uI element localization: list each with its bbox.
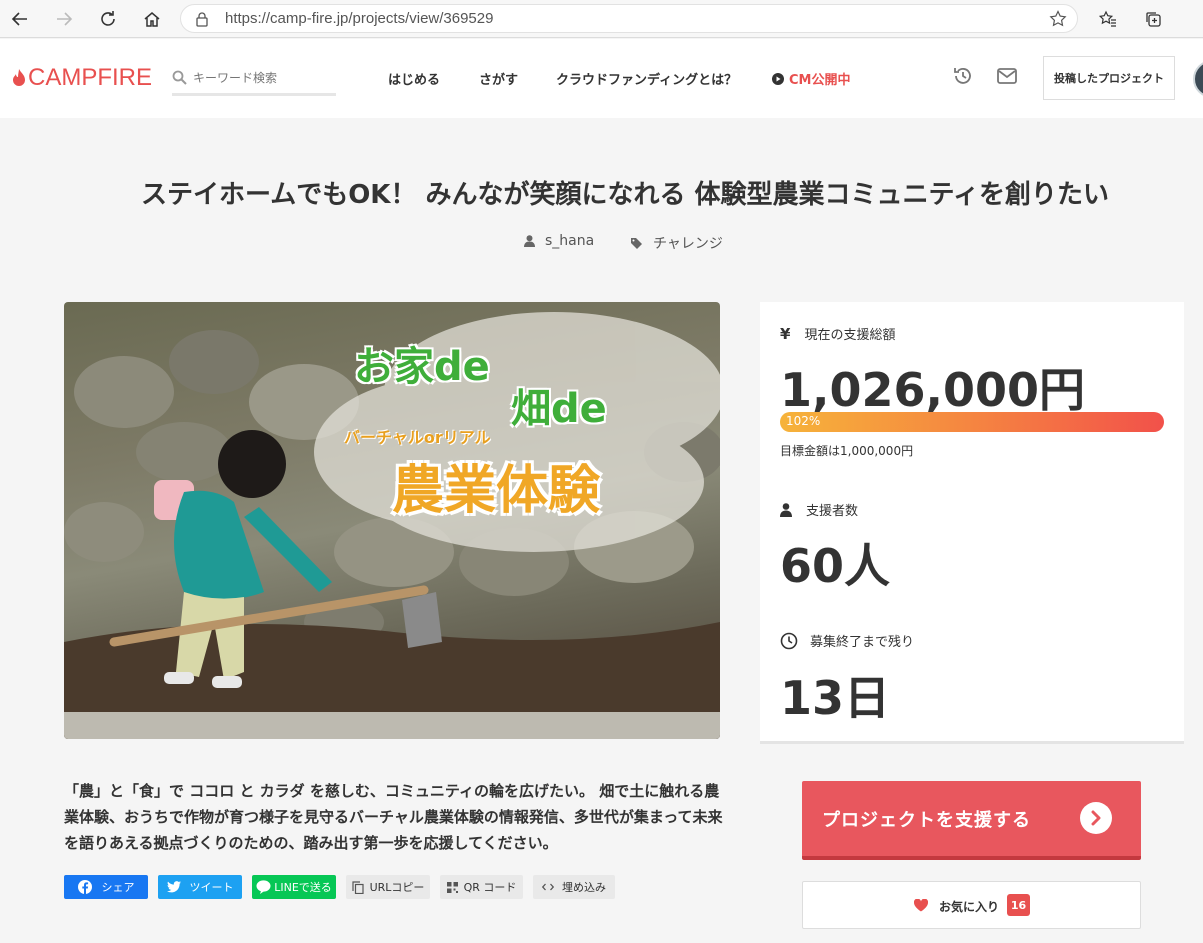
qr-code-label: QR コード	[463, 881, 517, 894]
favorite-count-badge: 16	[1007, 894, 1030, 916]
url-text: https://camp-fire.jp/projects/view/36952…	[225, 10, 494, 27]
forward-icon[interactable]	[48, 3, 80, 35]
flame-icon	[13, 69, 25, 86]
share-facebook-button[interactable]: シェア	[64, 875, 148, 899]
favorite-star-icon[interactable]	[1049, 10, 1067, 32]
author-link[interactable]: s_hana	[524, 233, 594, 249]
reload-icon[interactable]	[92, 3, 124, 35]
yen-icon: ¥	[780, 324, 791, 343]
nav-cm[interactable]: CM公開中	[772, 69, 850, 88]
support-project-button[interactable]: プロジェクトを支援する	[802, 781, 1141, 860]
line-icon	[256, 880, 271, 894]
campfire-logo[interactable]: CAMPFIRE	[12, 64, 152, 92]
backers-label: 支援者数	[806, 504, 859, 519]
heart-icon	[914, 899, 928, 912]
favorite-button[interactable]: お気に入り 16	[802, 881, 1141, 929]
category-name: チャレンジ	[653, 236, 723, 252]
favorites-icon[interactable]	[1092, 3, 1124, 35]
play-icon	[772, 72, 784, 85]
facebook-label: シェア	[101, 881, 135, 894]
address-bar[interactable]: https://camp-fire.jp/projects/view/36952…	[180, 4, 1078, 33]
curb	[64, 712, 720, 739]
hoe-blade	[402, 592, 442, 648]
embed-label: 埋め込み	[562, 881, 606, 894]
embed-button[interactable]: 埋め込み	[533, 875, 615, 899]
browser-toolbar: https://camp-fire.jp/projects/view/36952…	[0, 0, 1203, 38]
chevron-right-icon	[1080, 802, 1112, 834]
total-label-row: ¥ 現在の支援総額	[780, 324, 896, 344]
tag-icon	[631, 237, 642, 249]
favorite-label: お気に入り	[939, 900, 1000, 914]
project-hero-image[interactable]: お家de 畑de バーチャルorリアル 農業体験	[64, 302, 720, 739]
hero-caption-4: 農業体験	[392, 461, 601, 521]
backers-count: 60人	[780, 539, 891, 593]
facebook-icon	[77, 880, 92, 894]
mail-icon[interactable]	[996, 65, 1018, 91]
clock-icon	[780, 632, 798, 649]
qr-icon	[446, 881, 458, 893]
search-icon	[172, 70, 187, 85]
remaining-label-row: 募集終了まで残り	[780, 631, 914, 650]
nav-explore[interactable]: さがす	[479, 69, 518, 88]
url-copy-button[interactable]: URLコピー	[346, 875, 430, 899]
site-header: CAMPFIRE はじめる さがす クラウドファンディングとは？ CM公開中 投…	[0, 39, 1203, 118]
avatar[interactable]	[1193, 60, 1203, 98]
nav-start[interactable]: はじめる	[388, 69, 440, 88]
back-icon[interactable]	[4, 3, 36, 35]
project-title: ステイホームでもOK！ みんなが笑顔になれる 体験型農業コミュニティを創りたい	[140, 180, 1109, 210]
home-icon[interactable]	[136, 3, 168, 35]
remaining-label: 募集終了まで残り	[810, 635, 915, 650]
stats-panel: ¥ 現在の支援総額 1,026,000円 102% 目標金額は1,000,000…	[760, 302, 1184, 744]
hero-caption-2: 畑de	[511, 386, 607, 432]
category-link[interactable]: チャレンジ	[630, 233, 723, 253]
progress-bar: 102%	[780, 412, 1164, 432]
twitter-label: ツイート	[189, 881, 234, 894]
collections-icon[interactable]	[1137, 3, 1169, 35]
keyword-search[interactable]	[172, 62, 336, 96]
remaining-days: 13日	[780, 671, 891, 725]
goal-amount: 目標金額は1,000,000円	[780, 444, 914, 458]
copy-icon	[351, 880, 364, 894]
nav-about[interactable]: クラウドファンディングとは？	[556, 69, 737, 88]
nav-cm-label: CM公開中	[789, 73, 851, 88]
line-label: LINEで送る	[274, 881, 332, 894]
backers-label-row: 支援者数	[780, 500, 858, 519]
project-description: 「農」と「食」で ココロ と カラダ を慈しむ、コミュニティの輪を広げたい。 畑…	[64, 782, 723, 852]
progress-percent: 102%	[786, 414, 821, 428]
search-input[interactable]	[193, 70, 323, 85]
twitter-icon	[166, 881, 181, 893]
hero-caption-1: お家de	[354, 344, 490, 390]
history-icon[interactable]	[952, 65, 974, 91]
user-icon	[524, 235, 535, 247]
url-copy-label: URLコピー	[369, 881, 425, 894]
support-label: プロジェクトを支援する	[822, 810, 1031, 831]
user-icon	[780, 502, 792, 517]
hero-caption-3: バーチャルorリアル	[344, 428, 491, 447]
total-label: 現在の支援総額	[804, 328, 896, 343]
share-line-button[interactable]: LINEで送る	[252, 875, 336, 899]
logo-text: CAMPFIRE	[28, 64, 153, 91]
lock-icon	[195, 11, 209, 31]
share-twitter-button[interactable]: ツイート	[158, 875, 242, 899]
qr-code-button[interactable]: QR コード	[440, 875, 523, 899]
author-name: s_hana	[545, 233, 595, 249]
posted-projects-button[interactable]: 投稿したプロジェクト	[1043, 56, 1175, 100]
code-icon	[542, 883, 554, 891]
total-amount: 1,026,000円	[780, 363, 1085, 417]
